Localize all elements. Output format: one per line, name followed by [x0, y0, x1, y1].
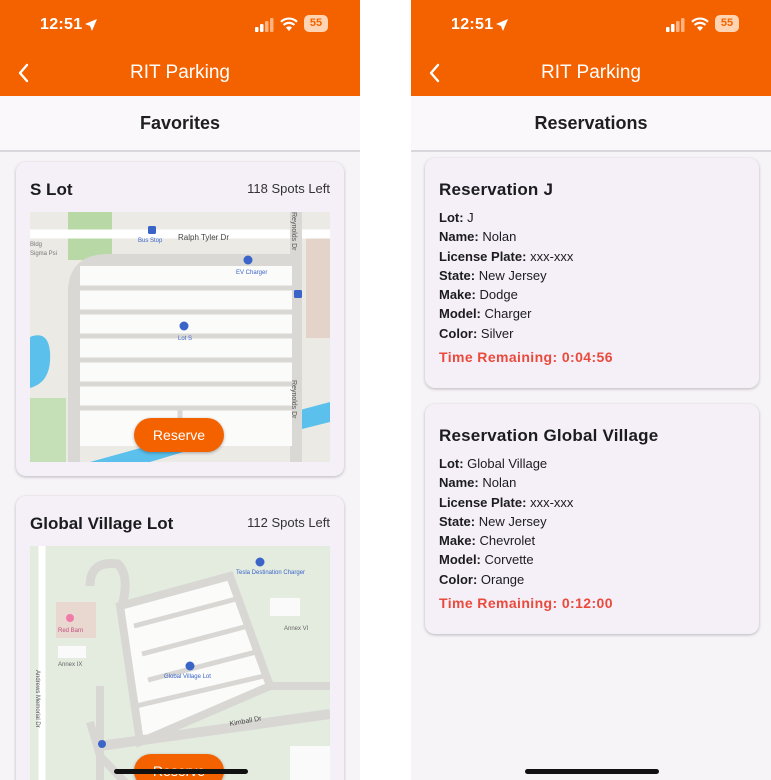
- app-bar: 12:51 55 RIT Parking: [411, 0, 771, 96]
- section-title-reservations: Reservations: [411, 96, 771, 152]
- map-label-lot-s: Lot S: [178, 336, 192, 342]
- status-bar: 12:51 55: [411, 12, 771, 38]
- lot-card-global-village[interactable]: Global Village Lot 112 Spots Left Red Ba…: [16, 496, 344, 780]
- reservation-plate: License Plate: xxx-xxx: [439, 248, 574, 264]
- map-label-bldg2: Sigma Psi: [30, 251, 57, 257]
- map-label-annex-ix: Annex IX: [58, 662, 82, 668]
- map-label-andrews: Andrews Memorial Dr: [34, 670, 40, 728]
- home-indicator: [525, 769, 659, 774]
- location-arrow-icon: [496, 19, 508, 31]
- map-label-bus-stop: Bus Stop: [138, 238, 163, 244]
- reservation-lot: Lot: Global Village: [439, 456, 548, 471]
- status-time: 12:51: [451, 16, 494, 33]
- cellular-signal-icon: [666, 18, 685, 32]
- home-indicator: [114, 769, 248, 774]
- map-label-bldg: Bldg: [30, 242, 42, 248]
- reservation-color: Color: Orange: [439, 571, 525, 587]
- map-label-gv-lot: Global Village Lot: [164, 674, 211, 680]
- map-label-street-right: Reynolds Dr: [290, 212, 297, 251]
- time-remaining: Time Remaining: 0:04:56: [439, 349, 613, 366]
- divider-gap: [360, 0, 411, 780]
- lot-name: S Lot: [30, 180, 73, 199]
- app-bar: 12:51 55 RIT Parking: [0, 0, 360, 96]
- reservation-make: Make: Dodge: [439, 287, 518, 303]
- section-title-favorites: Favorites: [0, 96, 360, 152]
- reservations-screen: 12:51 55 RIT Parking Reservations Reserv…: [411, 0, 771, 780]
- nav-title: RIT Parking: [541, 62, 641, 83]
- global-village-map[interactable]: Red Barn Annex VI Annex IX Tesla Destina…: [30, 546, 330, 780]
- lot-name: Global Village Lot: [30, 514, 174, 533]
- reservation-state: State: New Jersey: [439, 513, 547, 529]
- reservation-make: Make: Chevrolet: [439, 533, 536, 549]
- map-label-tesla: Tesla Destination Charger: [236, 570, 305, 576]
- reservation-state: State: New Jersey: [439, 267, 547, 283]
- reservation-plate: License Plate: xxx-xxx: [439, 494, 574, 510]
- status-bar: 12:51 55: [0, 12, 360, 38]
- reservation-card-global-village[interactable]: Reservation Global Village Lot: Global V…: [425, 404, 759, 634]
- reservation-model: Model: Charger: [439, 306, 532, 322]
- reserve-button[interactable]: Reserve: [134, 754, 224, 780]
- map-label-street-top: Ralph Tyler Dr: [178, 233, 229, 242]
- wifi-icon: [691, 17, 709, 31]
- map-label-street-right2: Reynolds Dr: [290, 380, 297, 419]
- wifi-icon: [280, 17, 298, 31]
- spots-left: 112 Spots Left: [247, 515, 330, 530]
- status-time: 12:51: [40, 16, 83, 33]
- lot-card-s-lot[interactable]: S Lot 118 Spots Left Ralph Tyler Dr Reyn…: [16, 162, 344, 476]
- map-label-ev: EV Charger: [236, 270, 267, 276]
- reservation-title: Reservation J: [439, 180, 554, 199]
- reservation-lot: Lot: J: [439, 210, 474, 225]
- battery-indicator: 55: [304, 15, 328, 32]
- location-arrow-icon: [85, 19, 97, 31]
- reservation-model: Model: Corvette: [439, 552, 534, 568]
- map-label-annex-vi: Annex VI: [284, 626, 309, 632]
- cellular-signal-icon: [255, 18, 274, 32]
- reservation-name: Name: Nolan: [439, 475, 517, 491]
- nav-title: RIT Parking: [130, 62, 230, 83]
- favorites-screen: 12:51 55 RIT Parking Favorites S Lot 118…: [0, 0, 360, 780]
- map-label-red-barn: Red Barn: [58, 628, 83, 634]
- time-remaining: Time Remaining: 0:12:00: [439, 595, 613, 612]
- reservation-title: Reservation Global Village: [439, 426, 659, 445]
- reserve-button[interactable]: Reserve: [134, 418, 224, 452]
- reservation-color: Color: Silver: [439, 325, 514, 341]
- spots-left: 118 Spots Left: [247, 181, 330, 196]
- reservation-name: Name: Nolan: [439, 229, 517, 245]
- battery-indicator: 55: [715, 15, 739, 32]
- reservation-card-j[interactable]: Reservation J Lot: J Name: Nolan License…: [425, 158, 759, 388]
